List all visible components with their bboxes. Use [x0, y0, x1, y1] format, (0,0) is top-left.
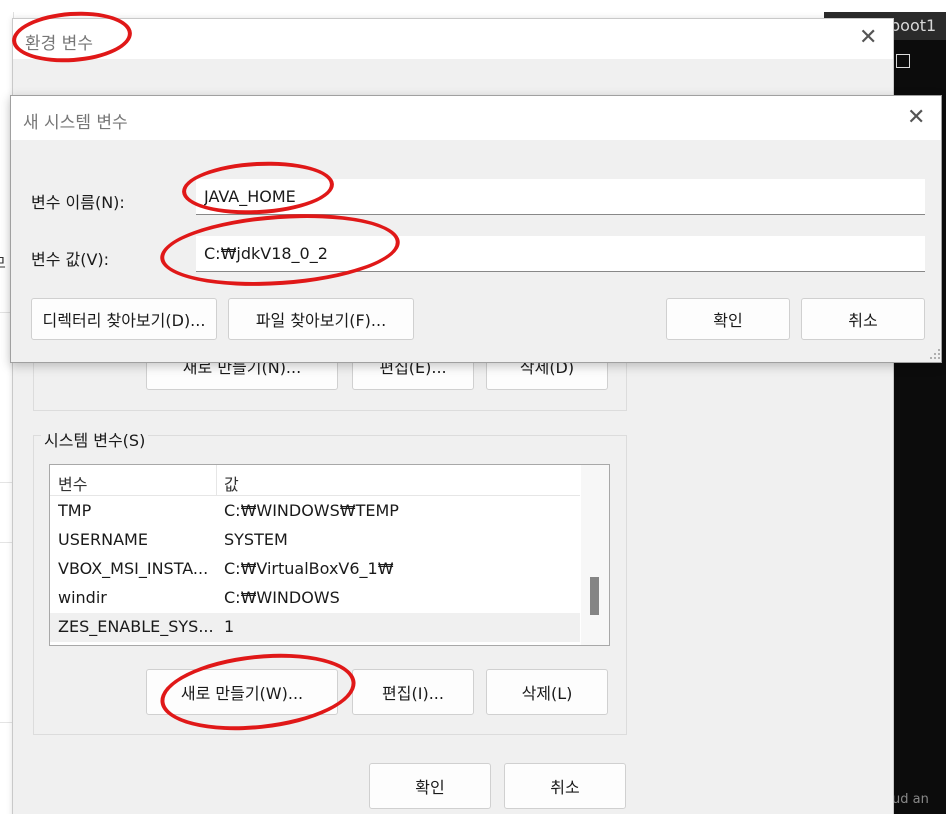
row-variable-value: SYSTEM — [224, 530, 288, 549]
system-new-button[interactable]: 새로 만들기(W)... — [146, 669, 338, 715]
new-variable-cancel-button[interactable]: 취소 — [801, 298, 925, 340]
table-row[interactable]: TMP C:₩WINDOWS₩TEMP — [50, 497, 580, 526]
browse-directory-button[interactable]: 디렉터리 찾아보기(D)... — [31, 298, 217, 340]
background-window-left-text: 므 — [0, 252, 6, 273]
row-variable-name: TMP — [58, 501, 92, 520]
row-variable-name: ZES_ENABLE_SYS... — [58, 617, 214, 636]
env-ok-button[interactable]: 확인 — [369, 763, 491, 809]
env-cancel-button[interactable]: 취소 — [504, 763, 626, 809]
browse-file-button[interactable]: 파일 찾아보기(F)... — [228, 298, 414, 340]
new-variable-title: 새 시스템 변수 — [23, 113, 128, 133]
row-variable-value: C:₩VirtualBoxV6_1₩ — [224, 559, 394, 578]
column-separator[interactable] — [216, 465, 217, 496]
column-header-variable[interactable]: 변수 — [58, 471, 87, 495]
table-row[interactable]: VBOX_MSI_INSTA... C:₩VirtualBoxV6_1₩ — [50, 555, 580, 584]
system-variables-table[interactable]: 변수 값 TMP C:₩WINDOWS₩TEMP USERNAME SYSTEM… — [49, 464, 610, 646]
close-icon[interactable]: ✕ — [907, 107, 925, 129]
new-variable-ok-button[interactable]: 확인 — [666, 298, 790, 340]
variable-name-label: 변수 이름(N): — [31, 193, 125, 212]
table-row-selected[interactable]: ZES_ENABLE_SYS... 1 — [50, 613, 580, 642]
resize-grip-icon[interactable] — [929, 348, 941, 360]
close-icon[interactable]: ✕ — [859, 27, 877, 49]
table-header: 변수 값 — [50, 465, 580, 496]
table-row[interactable]: USERNAME SYSTEM — [50, 526, 580, 555]
terminal-output-text: ud an — [892, 792, 929, 807]
row-variable-name: VBOX_MSI_INSTA... — [58, 559, 209, 578]
system-edit-button[interactable]: 편집(I)... — [352, 669, 474, 715]
row-variable-value: 1 — [224, 617, 235, 636]
scrollbar-thumb[interactable] — [590, 577, 599, 615]
row-variable-name: windir — [58, 588, 107, 607]
column-header-value[interactable]: 값 — [224, 471, 239, 495]
row-variable-value: C:₩WINDOWS₩TEMP — [224, 501, 399, 520]
table-row[interactable]: windir C:₩WINDOWS — [50, 584, 580, 613]
terminal-checkbox[interactable] — [896, 54, 910, 68]
new-variable-titlebar[interactable]: 새 시스템 변수 ✕ — [11, 96, 941, 140]
system-variables-label: 시스템 변수(S) — [41, 427, 149, 451]
variable-value-input[interactable] — [196, 236, 925, 272]
variable-name-input[interactable] — [196, 179, 925, 215]
table-scrollbar[interactable] — [581, 465, 609, 645]
new-system-variable-dialog: 새 시스템 변수 ✕ 변수 이름(N): 변수 값(V): 디렉터리 찾아보기(… — [10, 95, 942, 363]
variable-value-label: 변수 값(V): — [31, 250, 110, 269]
row-variable-name: USERNAME — [58, 530, 148, 549]
env-window-title: 환경 변수 — [25, 34, 93, 54]
system-delete-button[interactable]: 삭제(L) — [486, 669, 608, 715]
env-window-titlebar[interactable]: 환경 변수 ✕ — [13, 19, 893, 59]
row-variable-value: C:₩WINDOWS — [224, 588, 340, 607]
